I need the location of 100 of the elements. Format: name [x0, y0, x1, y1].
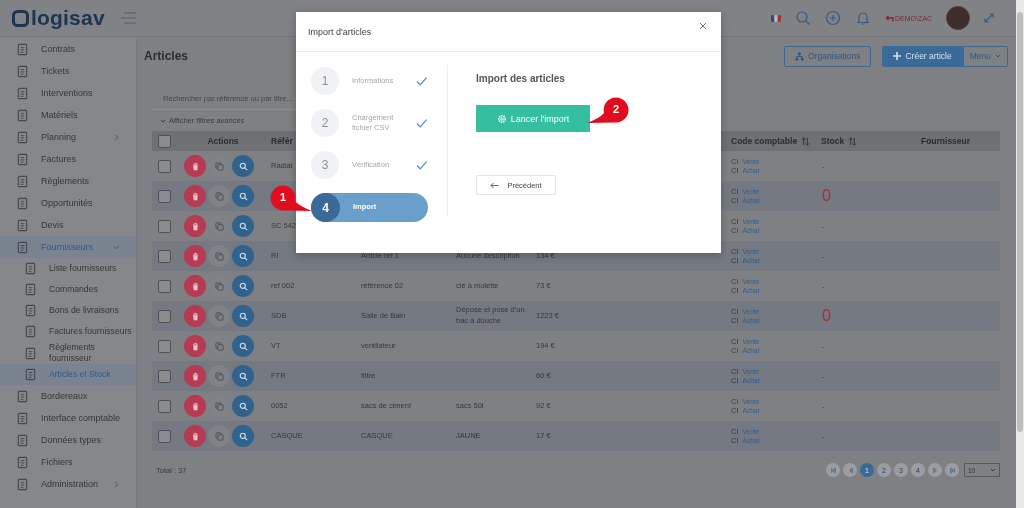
header-button[interactable]: Créer article	[882, 45, 963, 67]
document-icon	[16, 130, 29, 144]
sidebar-item[interactable]: Données types	[0, 429, 136, 452]
sidebar-item[interactable]: Interventions	[0, 82, 136, 104]
delete-button[interactable]	[184, 215, 206, 237]
sidebar-subitem[interactable]: Articles et Stock	[0, 364, 136, 386]
logo-text: logisav	[31, 6, 105, 30]
stock-value: -	[821, 221, 826, 231]
sidebar-item[interactable]: Fournisseurs	[0, 236, 136, 258]
next-page-icon	[931, 466, 939, 474]
sidebar-item[interactable]: Opportunités	[0, 192, 136, 214]
sidebar-item[interactable]: Interface comptable	[0, 407, 136, 430]
row-checkbox[interactable]	[158, 219, 171, 233]
delete-button[interactable]	[184, 395, 206, 417]
duplicate-button[interactable]	[208, 365, 230, 387]
search-icon	[238, 431, 248, 441]
trash-icon	[190, 341, 200, 351]
document-icon	[16, 86, 29, 100]
view-button[interactable]	[232, 185, 254, 207]
row-checkbox[interactable]	[158, 249, 171, 263]
row-checkbox[interactable]	[158, 399, 171, 413]
trash-icon	[190, 161, 200, 171]
document-icon	[16, 42, 29, 56]
bell-icon[interactable]	[855, 10, 872, 26]
duplicate-button[interactable]	[208, 305, 230, 327]
sort-icon	[801, 136, 811, 146]
stock-value: -	[821, 401, 826, 411]
document-icon	[24, 368, 37, 382]
delete-button[interactable]	[184, 275, 206, 297]
delete-button[interactable]	[184, 245, 206, 267]
last-page-icon	[948, 466, 956, 474]
duplicate-button[interactable]	[208, 425, 230, 447]
select-all-checkbox[interactable]	[158, 134, 171, 148]
copy-icon	[214, 311, 224, 321]
expand-icon[interactable]	[984, 13, 994, 23]
flag-icon[interactable]	[771, 14, 782, 22]
view-button[interactable]	[232, 335, 254, 357]
stock-value: -	[821, 161, 826, 171]
sidebar-item[interactable]: Tickets	[0, 60, 136, 82]
view-button[interactable]	[232, 275, 254, 297]
next-page-button[interactable]	[928, 463, 942, 477]
column-header[interactable]: Stock	[821, 136, 845, 146]
sidebar-item[interactable]: Contrats	[0, 38, 136, 60]
view-button[interactable]	[232, 215, 254, 237]
return-arrow-icon[interactable]	[885, 14, 895, 22]
row-checkbox[interactable]	[158, 159, 171, 173]
close-icon[interactable]	[699, 22, 707, 30]
duplicate-button[interactable]	[208, 245, 230, 267]
delete-button[interactable]	[184, 335, 206, 357]
view-button[interactable]	[232, 155, 254, 177]
header-button[interactable]: Menu	[962, 45, 1008, 67]
previous-page-button[interactable]	[843, 463, 857, 477]
document-icon	[16, 389, 29, 403]
sidebar-item[interactable]: Administration	[0, 473, 136, 496]
delete-button[interactable]	[184, 185, 206, 207]
search-icon[interactable]	[795, 10, 812, 26]
row-checkbox[interactable]	[158, 189, 171, 203]
sidebar-subitem[interactable]: Règlements fournisseur	[0, 342, 136, 365]
delete-button[interactable]	[184, 425, 206, 447]
duplicate-button[interactable]	[208, 185, 230, 207]
numbered-callout: 2	[586, 97, 630, 124]
logo-icon	[12, 9, 29, 27]
sidebar-item[interactable]: Planning	[0, 126, 136, 148]
view-button[interactable]	[232, 425, 254, 447]
sidebar-item[interactable]: Règlements	[0, 170, 136, 192]
view-button[interactable]	[232, 305, 254, 327]
start-import-button[interactable]: Lancer l'import	[476, 105, 590, 132]
sidebar-subitem[interactable]: Factures fournisseurs	[0, 321, 136, 342]
last-page-button[interactable]	[945, 463, 959, 477]
header-button[interactable]: Organisations	[784, 45, 872, 67]
first-page-icon	[829, 466, 837, 474]
view-button[interactable]	[232, 245, 254, 267]
sidebar-item[interactable]: Fichiers	[0, 451, 136, 474]
plus-icon	[893, 52, 902, 60]
scrollbar[interactable]	[1016, 0, 1024, 508]
sidebar-item[interactable]: Matériels	[0, 104, 136, 126]
view-button[interactable]	[232, 395, 254, 417]
sidebar-subitem[interactable]: Liste fournisseurs	[0, 258, 136, 279]
delete-button[interactable]	[184, 155, 206, 177]
sidebar-item[interactable]: Bordereaux	[0, 385, 136, 408]
row-checkbox[interactable]	[158, 339, 171, 353]
sidebar-item[interactable]: Factures	[0, 148, 136, 170]
sidebar-subitem[interactable]: Commandes	[0, 279, 136, 300]
sidebar-subitem[interactable]: Bons de livraisons	[0, 300, 136, 321]
row-checkbox[interactable]	[158, 369, 171, 383]
first-page-button[interactable]	[826, 463, 840, 477]
add-icon[interactable]	[825, 10, 842, 26]
row-checkbox[interactable]	[158, 429, 171, 443]
view-button[interactable]	[232, 365, 254, 387]
delete-button[interactable]	[184, 305, 206, 327]
row-checkbox[interactable]	[158, 279, 171, 293]
stock-value: -	[821, 251, 826, 261]
step-number: 4	[311, 193, 340, 222]
avatar[interactable]	[946, 6, 970, 30]
menu-icon[interactable]	[120, 12, 137, 24]
sidebar-item[interactable]: Devis	[0, 214, 136, 236]
delete-button[interactable]	[184, 365, 206, 387]
column-header[interactable]: Code comptable	[731, 136, 798, 146]
row-checkbox[interactable]	[158, 309, 171, 323]
trash-icon	[190, 431, 200, 441]
